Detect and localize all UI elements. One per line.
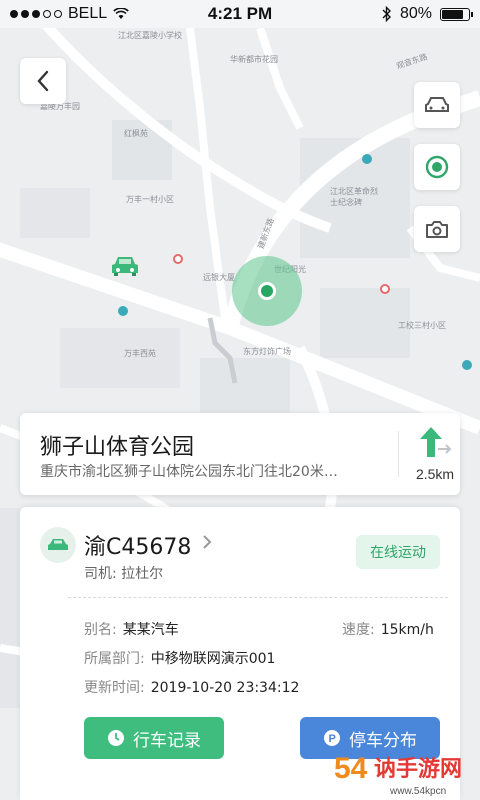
chevron-left-icon xyxy=(37,70,49,92)
dept-value: 中移物联网演示001 xyxy=(150,651,276,667)
vehicle-view-button[interactable] xyxy=(414,82,460,128)
destination-distance: 2.5km xyxy=(415,466,455,482)
map-label: 万丰一村小区 xyxy=(126,195,174,204)
map-label: 远银大厦 xyxy=(203,273,235,282)
speed-row: 速度: 15km/h xyxy=(342,619,434,639)
current-location-marker xyxy=(232,256,302,326)
divider xyxy=(398,431,399,477)
speed-value: 15km/h xyxy=(380,622,434,638)
svg-text:54: 54 xyxy=(334,752,368,785)
status-left: BELL xyxy=(10,5,180,23)
battery-percent: 80% xyxy=(399,5,432,22)
vehicle-plate[interactable]: 渝C45678 xyxy=(84,529,191,561)
dept-row: 所属部门: 中移物联网演示001 xyxy=(84,648,275,668)
destination-card[interactable]: 狮子山体育公园 重庆市渝北区狮子山体院公园东北门往北20米… 2.5km xyxy=(20,413,460,495)
arrow-up-icon xyxy=(420,427,452,457)
back-button[interactable] xyxy=(20,58,66,104)
alias-label: 别名: xyxy=(84,622,117,638)
svg-text:www.54kpcn: www.54kpcn xyxy=(389,786,446,797)
trip-log-button[interactable]: 行车记录 xyxy=(84,717,224,759)
svg-text:讷手游网: 讷手游网 xyxy=(374,756,462,782)
speed-label: 速度: xyxy=(342,622,375,638)
carrier-name: BELL xyxy=(68,5,108,22)
watermark-logo: 54 讷手游网 www.54kpcn xyxy=(334,752,462,797)
location-dot xyxy=(258,282,276,300)
status-badge: 在线运动 xyxy=(356,535,440,569)
clock-icon xyxy=(108,730,124,746)
dept-label: 所属部门: xyxy=(84,651,145,667)
map-label: 红枫苑 xyxy=(124,129,148,138)
bluetooth-icon xyxy=(382,6,391,22)
locate-button[interactable] xyxy=(414,144,460,190)
map-label: 江北区革命烈士纪念碑 xyxy=(330,187,378,207)
poi-marker[interactable] xyxy=(362,154,372,164)
trip-log-label: 行车记录 xyxy=(133,730,201,751)
alias-row: 别名: 某某汽车 xyxy=(84,619,179,639)
poi-marker[interactable] xyxy=(118,306,128,316)
vehicle-map-marker[interactable] xyxy=(110,254,140,283)
map-label: 华新都市花园 xyxy=(230,55,278,64)
battery-icon xyxy=(440,7,473,21)
destination-address: 重庆市渝北区狮子山体院公园东北门往北20米… xyxy=(40,464,338,480)
destination-title: 狮子山体育公园 xyxy=(40,435,195,460)
map-label: 江北区嘉陵小学校 xyxy=(118,31,182,40)
map-label: 东方灯饰广场 xyxy=(243,347,291,356)
poi-marker[interactable] xyxy=(462,360,472,370)
chevron-right-icon[interactable] xyxy=(202,534,212,550)
camera-button[interactable] xyxy=(414,206,460,252)
update-label: 更新时间: xyxy=(84,680,145,696)
car-icon xyxy=(425,97,449,112)
locate-icon xyxy=(425,155,449,179)
driver-name: 拉杜尔 xyxy=(121,566,164,582)
driver-info: 司机: 拉杜尔 xyxy=(84,563,163,583)
status-time: 4:21 PM xyxy=(207,4,273,23)
car-icon xyxy=(48,539,68,550)
battery-level xyxy=(442,9,463,19)
update-value: 2019-10-20 23:34:12 xyxy=(150,680,300,696)
signal-icon xyxy=(10,10,62,18)
poi-marker[interactable] xyxy=(173,254,183,264)
navigate-button[interactable]: 2.5km xyxy=(412,427,458,482)
update-row: 更新时间: 2019-10-20 23:34:12 xyxy=(84,677,299,697)
status-right: 80% xyxy=(300,5,473,23)
status-bar: BELL 4:21 PM 80% xyxy=(0,0,480,28)
wifi-icon xyxy=(113,8,129,19)
camera-icon xyxy=(426,221,448,238)
map-label: 万丰西苑 xyxy=(124,349,156,358)
poi-marker[interactable] xyxy=(380,284,390,294)
map-label: 工校三村小区 xyxy=(398,321,446,330)
divider xyxy=(68,597,448,598)
alias-value: 某某汽车 xyxy=(122,622,179,638)
vehicle-avatar xyxy=(40,527,76,563)
car-icon xyxy=(112,257,138,276)
driver-label: 司机: xyxy=(84,566,117,582)
